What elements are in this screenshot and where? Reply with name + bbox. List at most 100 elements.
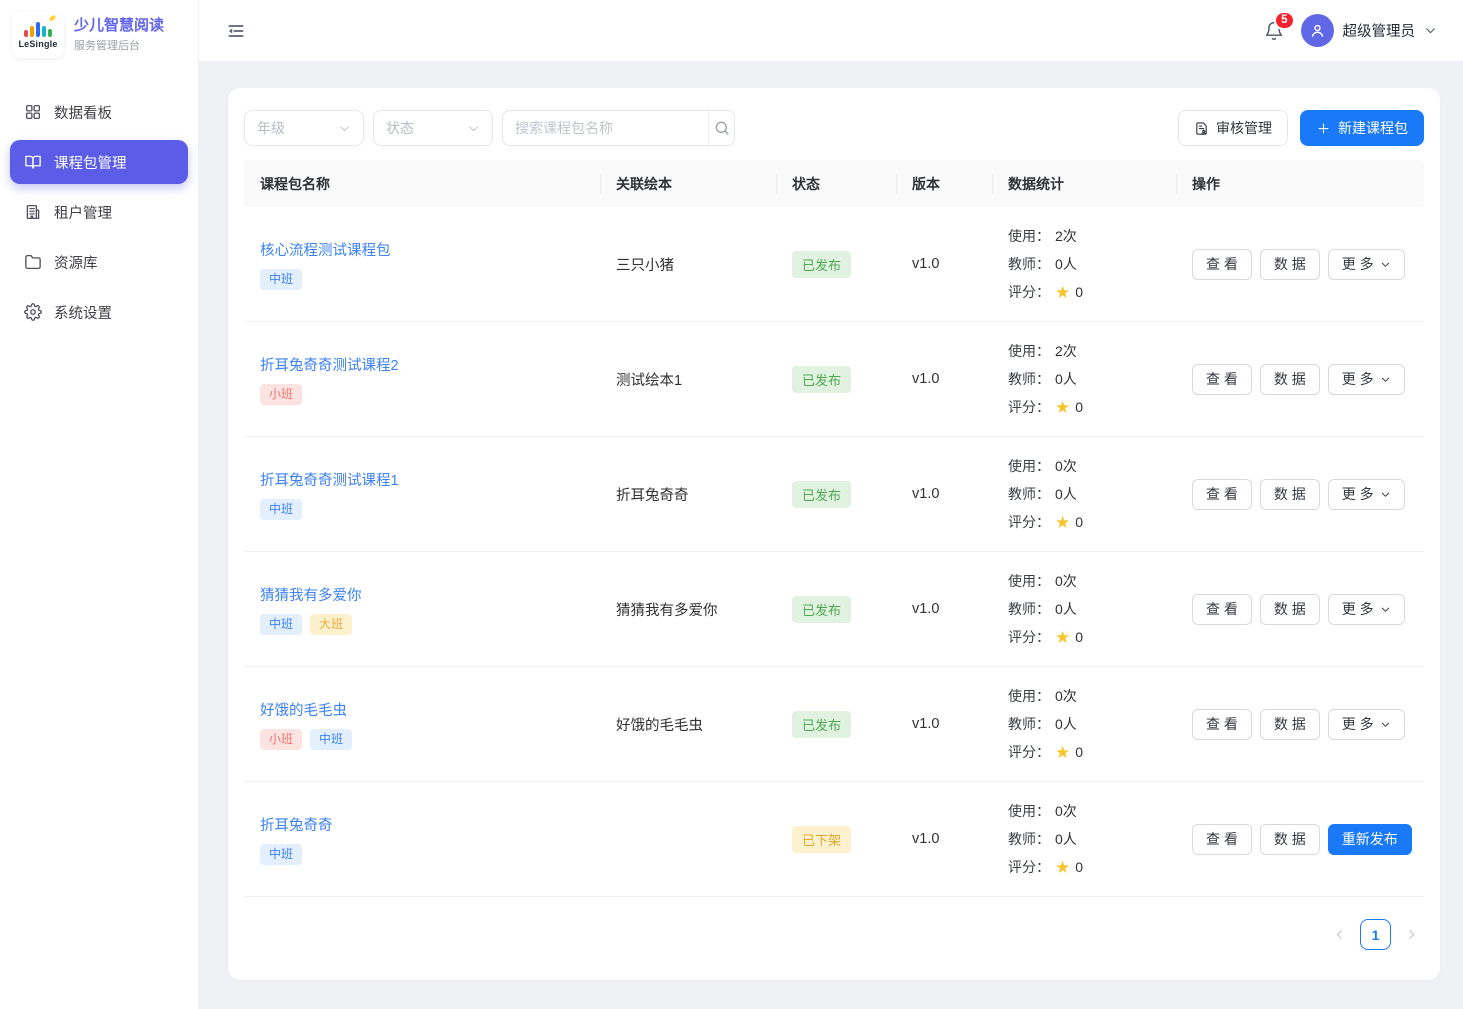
- package-name-link[interactable]: 好饿的毛毛虫: [260, 699, 347, 720]
- chevron-down-icon: [338, 122, 351, 135]
- building-icon: [24, 203, 42, 221]
- version-cell: v1.0: [896, 322, 992, 436]
- sidebar-item-label: 资源库: [54, 252, 98, 273]
- search-input[interactable]: [503, 120, 708, 136]
- dashboard-icon: [24, 103, 42, 121]
- sidebar-item-label: 数据看板: [54, 102, 112, 123]
- chevron-down-icon: [1424, 24, 1437, 37]
- view-button[interactable]: 查 看: [1192, 824, 1252, 855]
- chevron-down-icon: [1380, 374, 1391, 385]
- usage-value: 0次: [1055, 801, 1077, 821]
- rating-value: 0: [1075, 629, 1083, 645]
- package-name-link[interactable]: 猜猜我有多爱你: [260, 584, 362, 605]
- grade-tag: 中班: [260, 499, 302, 520]
- logo-leaf-shape: [48, 14, 56, 21]
- data-button[interactable]: 数 据: [1260, 709, 1320, 740]
- page-number-button[interactable]: 1: [1360, 919, 1391, 950]
- stats-cell: 使用：0次 教师：0人 评分：★0: [992, 782, 1176, 896]
- star-icon: ★: [1055, 629, 1070, 646]
- more-button[interactable]: 更 多: [1328, 594, 1405, 625]
- data-button[interactable]: 数 据: [1260, 594, 1320, 625]
- app-title: 少儿智慧阅读: [74, 17, 164, 36]
- more-button[interactable]: 更 多: [1328, 249, 1405, 280]
- usage-value: 0次: [1055, 571, 1077, 591]
- rating-value: 0: [1075, 399, 1083, 415]
- sidebar-collapse-button[interactable]: [223, 18, 249, 44]
- status-select[interactable]: 状态: [373, 110, 493, 146]
- usage-value: 2次: [1055, 341, 1077, 361]
- sidebar: LeSingle 少儿智慧阅读 服务管理后台 数据看板 课程包管理 租户管理 资…: [0, 0, 199, 1009]
- version-cell: v1.0: [896, 552, 992, 666]
- view-button[interactable]: 查 看: [1192, 364, 1252, 395]
- view-button[interactable]: 查 看: [1192, 249, 1252, 280]
- grade-select-value: 年级: [257, 118, 285, 138]
- data-button[interactable]: 数 据: [1260, 364, 1320, 395]
- column-header-version: 版本: [896, 174, 992, 194]
- review-management-button[interactable]: 审核管理: [1178, 110, 1288, 146]
- grade-tag: 小班: [260, 384, 302, 405]
- avatar: [1301, 14, 1334, 47]
- gear-icon: [24, 303, 42, 321]
- table-row: 好饿的毛毛虫 小班 中班 好饿的毛毛虫 已发布 v1.0 使用：0次 教师：0人…: [244, 667, 1424, 782]
- version-cell: v1.0: [896, 782, 992, 896]
- sidebar-item-label: 租户管理: [54, 202, 112, 223]
- more-button[interactable]: 更 多: [1328, 709, 1405, 740]
- table-header: 课程包名称 关联绘本 状态 版本 数据统计 操作: [244, 160, 1424, 207]
- create-package-button[interactable]: 新建课程包: [1300, 110, 1424, 146]
- user-name: 超级管理员: [1343, 20, 1416, 41]
- star-icon: ★: [1055, 399, 1070, 416]
- sidebar-item-label: 课程包管理: [54, 152, 127, 173]
- rating-value: 0: [1075, 514, 1083, 530]
- view-button[interactable]: 查 看: [1192, 479, 1252, 510]
- data-button[interactable]: 数 据: [1260, 824, 1320, 855]
- book-cell: [600, 782, 776, 896]
- chevron-right-icon: [1405, 928, 1418, 941]
- status-badge: 已发布: [792, 596, 851, 623]
- sidebar-item-resources[interactable]: 资源库: [10, 240, 188, 284]
- status-badge: 已发布: [792, 481, 851, 508]
- notifications-button[interactable]: 5: [1261, 18, 1287, 44]
- chevron-down-icon: [1380, 719, 1391, 730]
- republish-button[interactable]: 重新发布: [1328, 824, 1412, 855]
- sidebar-item-course-packages[interactable]: 课程包管理: [10, 140, 188, 184]
- grade-select[interactable]: 年级: [244, 110, 364, 146]
- view-button[interactable]: 查 看: [1192, 709, 1252, 740]
- book-cell: 测试绘本1: [600, 322, 776, 436]
- course-package-card: 年级 状态 审核管理: [228, 88, 1440, 980]
- table-row: 折耳兔奇奇 中班 已下架 v1.0 使用：0次 教师：0人 评分：★0 查 看 …: [244, 782, 1424, 897]
- logo-bars-shape: [24, 21, 52, 37]
- app-subtitle: 服务管理后台: [74, 37, 164, 53]
- data-button[interactable]: 数 据: [1260, 479, 1320, 510]
- teachers-value: 0人: [1055, 254, 1077, 274]
- package-name-link[interactable]: 折耳兔奇奇测试课程2: [260, 354, 399, 375]
- sidebar-item-dashboard[interactable]: 数据看板: [10, 90, 188, 134]
- book-cell: 猜猜我有多爱你: [600, 552, 776, 666]
- status-badge: 已发布: [792, 251, 851, 278]
- search-button[interactable]: [708, 111, 734, 145]
- table-row: 折耳兔奇奇测试课程1 中班 折耳兔奇奇 已发布 v1.0 使用：0次 教师：0人…: [244, 437, 1424, 552]
- data-button[interactable]: 数 据: [1260, 249, 1320, 280]
- rating-value: 0: [1075, 859, 1083, 875]
- package-name-link[interactable]: 核心流程测试课程包: [260, 239, 391, 260]
- more-button[interactable]: 更 多: [1328, 364, 1405, 395]
- search-box: [502, 110, 735, 146]
- view-button[interactable]: 查 看: [1192, 594, 1252, 625]
- next-page-button[interactable]: [1405, 928, 1418, 941]
- stats-cell: 使用：2次 教师：0人 评分：★0: [992, 322, 1176, 436]
- more-button[interactable]: 更 多: [1328, 479, 1405, 510]
- prev-page-button[interactable]: [1333, 928, 1346, 941]
- rating-value: 0: [1075, 744, 1083, 760]
- star-icon: ★: [1055, 744, 1070, 761]
- book-cell: 好饿的毛毛虫: [600, 667, 776, 781]
- package-name-link[interactable]: 折耳兔奇奇测试课程1: [260, 469, 399, 490]
- package-name-link[interactable]: 折耳兔奇奇: [260, 814, 333, 835]
- status-badge: 已下架: [792, 826, 851, 853]
- version-cell: v1.0: [896, 207, 992, 321]
- column-header-actions: 操作: [1176, 174, 1424, 194]
- stats-cell: 使用：0次 教师：0人 评分：★0: [992, 437, 1176, 551]
- sidebar-item-settings[interactable]: 系统设置: [10, 290, 188, 334]
- user-menu[interactable]: 超级管理员: [1301, 14, 1438, 47]
- user-icon: [1309, 22, 1326, 39]
- stats-cell: 使用：0次 教师：0人 评分：★0: [992, 667, 1176, 781]
- sidebar-item-tenants[interactable]: 租户管理: [10, 190, 188, 234]
